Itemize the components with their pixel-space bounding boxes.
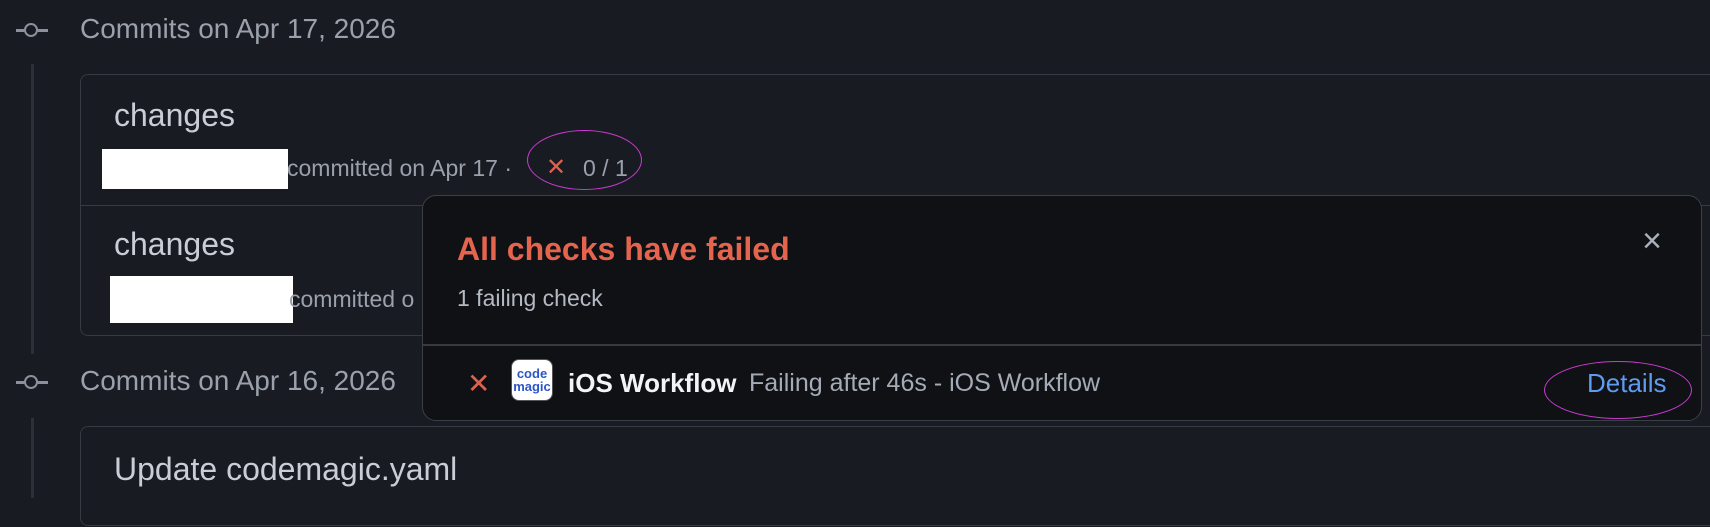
redacted-author [110, 276, 293, 323]
commit-group-icon [16, 20, 48, 42]
popover-title: All checks have failed [457, 231, 790, 267]
close-icon[interactable]: × [1635, 224, 1669, 258]
commit-meta: committed o [289, 286, 415, 312]
commit-row: Update codemagic.yaml [81, 427, 1710, 527]
commit-date-heading: Commits on Apr 17, 2026 [80, 13, 396, 44]
commit-title[interactable]: changes [114, 97, 235, 134]
check-name: iOS Workflow [568, 368, 737, 398]
timeline-line [31, 418, 34, 498]
commit-meta: committed on Apr 17 · [287, 155, 512, 181]
commit-title[interactable]: Update codemagic.yaml [114, 451, 457, 488]
timeline-line [31, 64, 34, 354]
redacted-author [102, 149, 288, 189]
commit-title[interactable]: changes [114, 226, 235, 263]
commit-group-icon [16, 372, 48, 394]
check-row: ✕ code magic iOS Workflow Failing after … [423, 346, 1701, 420]
fail-x-icon: ✕ [467, 368, 491, 399]
check-description: Failing after 46s - iOS Workflow [749, 369, 1101, 397]
commit-list: Update codemagic.yaml [80, 426, 1710, 526]
annotation-circle [1544, 361, 1692, 419]
checks-popover: All checks have failed 1 failing check ×… [422, 195, 1702, 421]
commit-date-heading: Commits on Apr 16, 2026 [80, 365, 396, 396]
codemagic-logo-icon: code magic [511, 359, 553, 401]
annotation-circle [527, 130, 642, 190]
commit-row: changes committed on Apr 17 · ✕ 0 / 1 [81, 75, 1710, 206]
popover-subtitle: 1 failing check [457, 285, 603, 311]
